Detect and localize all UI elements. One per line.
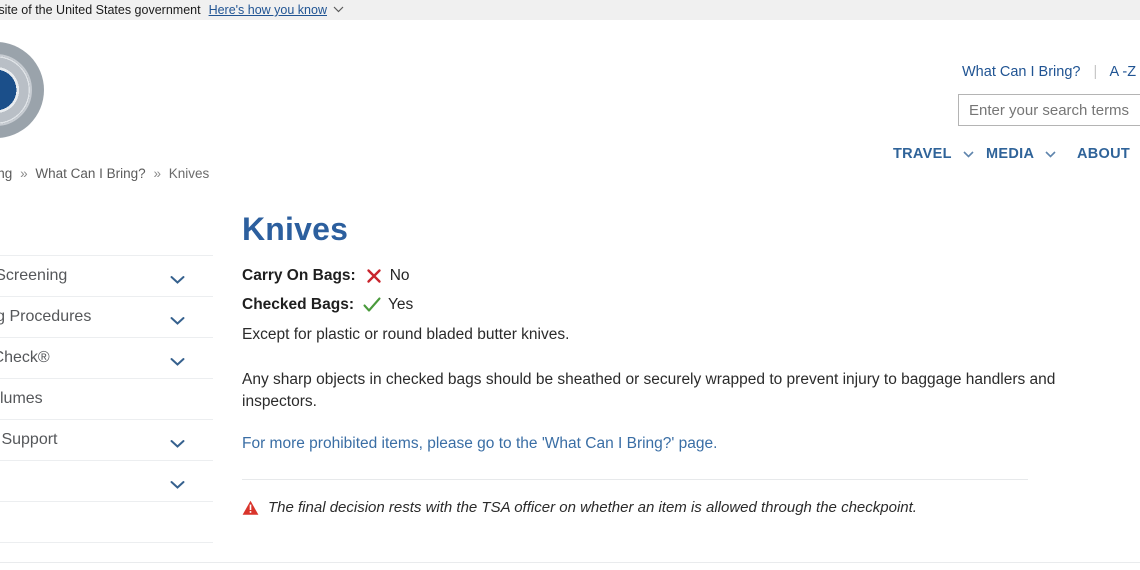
footer-divider [0,562,1140,563]
breadcrumb-separator: » [20,166,28,181]
gov-banner: An official website of the United States… [0,0,1140,20]
breadcrumb-item-what-can-i-bring[interactable]: What Can I Bring? [35,166,145,181]
gov-banner-how-you-know-link[interactable]: Here's how you know [209,3,327,17]
sidebar-item-security-screening[interactable]: Security Screening [0,255,213,297]
carry-on-bags-value: No [389,267,410,285]
sidebar-nav: Security Screening Screening Procedures … [0,255,213,543]
utility-link-what-can-i-bring[interactable]: What Can I Bring? [962,64,1080,80]
description-paragraph-1: Except for plastic or round bladed butte… [242,326,570,344]
nav-item-travel-label: TRAVEL [893,146,952,162]
chevron-down-icon [1045,147,1056,161]
chevron-down-icon[interactable] [170,477,185,489]
red-x-icon [364,267,384,285]
sidebar-item-screening-procedures[interactable]: Screening Procedures [0,297,213,338]
description-paragraph-2: Any sharp objects in checked bags should… [242,370,1056,411]
utility-link-a-z-index[interactable]: A -Z Index [1110,64,1140,80]
main-content: Knives Carry On Bags: No Checked Bags: Y… [242,210,1102,520]
sidebar-item-disability-support[interactable]: Disability Support [0,420,213,461]
page-title: Knives [242,211,349,247]
nav-item-travel[interactable]: TRAVEL [893,146,974,162]
nav-item-about[interactable]: ABOUT [1077,146,1140,162]
sidebar-item-label: Disability Support [0,431,58,448]
sidebar-item-label: Security Screening [0,267,68,284]
nav-item-about-label: ABOUT [1077,146,1131,162]
chevron-down-icon[interactable] [333,4,344,16]
sidebar-item-label: Screening Procedures [0,308,92,325]
sidebar-item-6[interactable] [0,461,213,502]
search-input[interactable] [958,94,1140,126]
content-divider [242,478,1028,480]
site-header: What Can I Bring? | A -Z Index TRAVEL ME… [0,20,1140,162]
checked-bags-label: Checked Bags: [242,296,354,314]
chevron-down-icon[interactable] [170,354,185,366]
breadcrumb-item-knives: Knives [168,166,210,181]
gov-banner-text: An official website of the United States… [0,3,201,17]
tso-disclaimer: The final decision rests with the TSA of… [242,499,1102,520]
search-box [958,94,1140,126]
utility-nav-separator: | [1093,64,1098,80]
carry-on-bags-label: Carry On Bags: [242,267,356,285]
nav-item-media-label: MEDIA [986,146,1034,162]
nav-item-media[interactable]: MEDIA [986,146,1056,162]
green-check-icon [362,296,382,314]
breadcrumb-item-security-screening[interactable]: Security Screening [0,166,12,181]
sidebar-item-tsa-precheck[interactable]: TSA PreCheck® [0,338,213,379]
more-prohibited-items-link[interactable]: For more prohibited items, please go to … [242,435,1102,453]
utility-nav: What Can I Bring? | A -Z Index [0,64,1140,88]
checked-bags-value: Yes [387,296,414,314]
tsa-seal-graphic [0,42,44,138]
warning-triangle-icon [242,500,259,520]
chevron-down-icon[interactable] [170,272,185,284]
sidebar-item-label: TSA PreCheck® [0,349,50,366]
bag-allowance-list: Carry On Bags: No Checked Bags: Yes [242,265,1102,316]
sidebar-item-7[interactable] [0,502,213,543]
breadcrumb-separator: » [153,166,161,181]
carry-on-bags-row: Carry On Bags: No [242,265,1102,287]
tsa-seal-logo[interactable] [0,42,44,138]
sidebar-item-label: Travel Volumes [0,390,43,407]
chevron-down-icon[interactable] [170,436,185,448]
chevron-down-icon[interactable] [170,313,185,325]
tso-disclaimer-text: The final decision rests with the TSA of… [268,498,917,516]
sidebar-item-travel-volumes[interactable]: Travel Volumes [0,379,213,420]
breadcrumb: Security Screening » What Can I Bring? »… [0,166,1140,186]
chevron-down-icon [963,147,974,161]
checked-bags-row: Checked Bags: Yes [242,294,1102,316]
